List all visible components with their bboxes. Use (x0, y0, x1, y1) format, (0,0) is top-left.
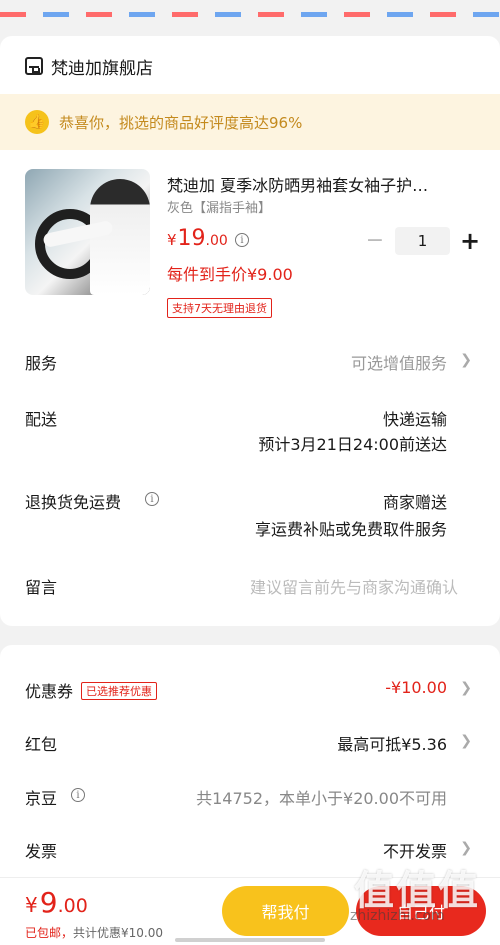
product-price: ¥ 19 .00 (167, 226, 228, 251)
free-shipping-text: 已包邮， (25, 926, 74, 940)
shop-name[interactable]: 梵迪加旗舰店 (51, 54, 153, 79)
quantity-stepper: − 1 + (365, 227, 480, 255)
checkout-bar: ¥ 9 .00 已包邮，共计优惠¥10.00 帮我付 自己付 (0, 877, 500, 945)
help-pay-button[interactable]: 帮我付 (222, 886, 349, 936)
price-integer: 19 (177, 226, 206, 251)
product-title[interactable]: 梵迪加 夏季冰防晒男袖套女袖子护… (167, 172, 477, 196)
coupon-row[interactable]: 优惠券 已选推荐优惠 (25, 678, 158, 702)
redpacket-label: 红包 (25, 735, 58, 754)
product-spec[interactable]: 灰色【漏指手袖】 (167, 197, 271, 216)
discount-total-text: 共计优惠¥10.00 (73, 926, 164, 940)
return-shipping-value: 商家赠送 (382, 493, 447, 512)
invoice-value[interactable]: 不开发票 (383, 838, 447, 862)
total-summary[interactable]: 已包邮，共计优惠¥10.00 (25, 924, 163, 941)
chevron-right-icon[interactable]: ❯ (460, 840, 472, 856)
chevron-right-icon[interactable]: ❯ (460, 352, 472, 368)
service-value[interactable]: 可选增值服务 (351, 350, 447, 374)
invoice-label: 发票 (25, 842, 58, 861)
increase-button[interactable]: + (460, 229, 480, 253)
home-indicator[interactable] (175, 938, 325, 942)
price-currency: ¥ (167, 231, 177, 249)
note-input[interactable]: 建议留言前先与商家沟通确认 (250, 574, 458, 598)
redpacket-value[interactable]: 最高可抵¥5.36 (337, 731, 447, 755)
jd-bean-value: 共14752，本单小于¥20.00不可用 (196, 789, 447, 808)
self-pay-button[interactable]: 自己付 (356, 886, 486, 936)
shop-header[interactable]: 梵迪加旗舰店 (25, 54, 153, 79)
return-shipping-label: 退换货免运费 (25, 493, 122, 512)
delivery-label: 配送 (25, 410, 58, 429)
delivery-eta[interactable]: 预计3月21日24:00前送达 (258, 431, 447, 455)
decrease-button[interactable]: − (365, 230, 385, 252)
store-icon (25, 57, 43, 75)
coupon-tag: 已选推荐优惠 (81, 682, 158, 700)
jd-bean-info-icon[interactable]: i (71, 788, 85, 802)
airmail-stripe (0, 0, 500, 22)
return-policy-tag: 支持7天无理由退货 (167, 298, 272, 318)
per-unit-price: 每件到手价¥9.00 (167, 265, 293, 284)
quantity-input[interactable]: 1 (395, 227, 450, 255)
price-info-icon[interactable]: i (235, 233, 249, 247)
jd-bean-label: 京豆 (25, 789, 58, 808)
service-label: 服务 (25, 354, 58, 373)
return-shipping-detail: 享运费补贴或免费取件服务 (254, 520, 447, 539)
total-integer: 9 (39, 886, 58, 919)
product-item: 梵迪加 夏季冰防晒男袖套女袖子护… 灰色【漏指手袖】 ¥ 19 .00 i 每件… (25, 169, 480, 319)
note-label: 留言 (25, 578, 58, 597)
chevron-right-icon[interactable]: ❯ (460, 680, 472, 696)
return-info-icon[interactable]: i (145, 492, 159, 506)
delivery-method[interactable]: 快递运输 (383, 406, 447, 430)
banner-text: 恭喜你，挑选的商品好评度高达96% (59, 113, 303, 132)
total-currency: ¥ (25, 893, 38, 917)
product-image[interactable] (25, 169, 150, 295)
coupon-value[interactable]: -¥10.00 (385, 678, 447, 697)
total-price: ¥ 9 .00 (25, 886, 88, 919)
order-card: 梵迪加旗舰店 👍 恭喜你，挑选的商品好评度高达96% 梵迪加 夏季冰防晒男袖套女… (0, 36, 500, 626)
chevron-right-icon[interactable]: ❯ (460, 733, 472, 749)
thumbs-up-icon: 👍 (25, 110, 49, 134)
coupon-label: 优惠券 (25, 682, 74, 701)
rating-banner: 👍 恭喜你，挑选的商品好评度高达96% (0, 94, 500, 150)
total-decimal: .00 (57, 895, 88, 917)
price-decimal: .00 (205, 233, 228, 249)
